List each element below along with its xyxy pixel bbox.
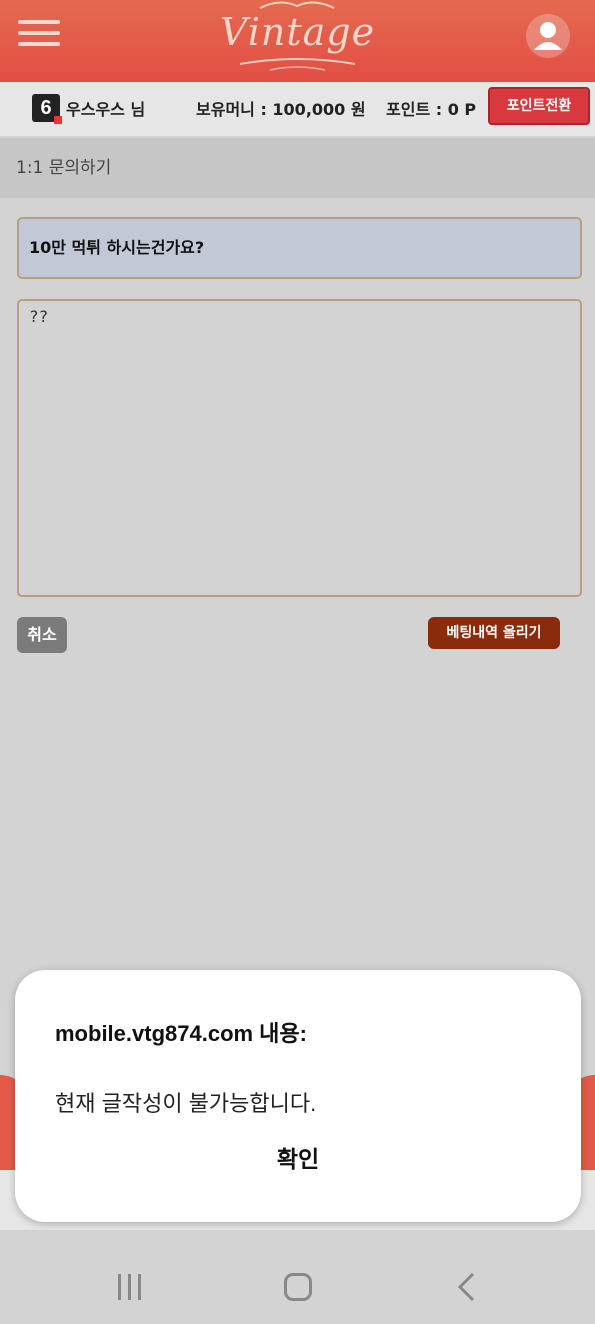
dialog-title: mobile.vtg874.com 내용: bbox=[55, 1021, 307, 1046]
app-header: Vintage bbox=[0, 0, 595, 82]
cancel-button[interactable]: 취소 bbox=[17, 617, 67, 653]
points-balance: 포인트 : 0 P bbox=[386, 100, 477, 119]
home-icon[interactable] bbox=[284, 1273, 312, 1301]
subject-field[interactable]: 10만 먹튀 하시는건가요? bbox=[17, 217, 582, 279]
dialog-message: 현재 글작성이 불가능합니다. bbox=[55, 1091, 317, 1116]
point-convert-button[interactable]: 포인트전환 bbox=[488, 87, 590, 125]
level-badge: 6 bbox=[32, 94, 62, 124]
hamburger-menu-icon[interactable] bbox=[18, 18, 60, 48]
back-icon[interactable] bbox=[455, 1272, 479, 1302]
page-title: 1:1 문의하기 bbox=[0, 138, 595, 198]
recent-apps-icon[interactable] bbox=[116, 1274, 144, 1300]
vintage-logo[interactable]: Vintage bbox=[200, 0, 395, 78]
logo-text: Vintage bbox=[219, 10, 376, 54]
money-balance: 보유머니 : 100,000 원 bbox=[196, 100, 366, 119]
username: 우스우스 님 bbox=[66, 100, 146, 119]
upload-bet-history-button[interactable]: 베팅내역 올리기 bbox=[428, 617, 560, 649]
ok-button[interactable]: 확인 bbox=[248, 1138, 348, 1182]
alert-dialog: mobile.vtg874.com 내용: 현재 글작성이 불가능합니다. 확인 bbox=[15, 970, 581, 1222]
user-profile-icon[interactable] bbox=[526, 14, 570, 58]
system-nav-bar bbox=[0, 1250, 595, 1324]
content-textarea[interactable]: ?? bbox=[17, 299, 582, 597]
